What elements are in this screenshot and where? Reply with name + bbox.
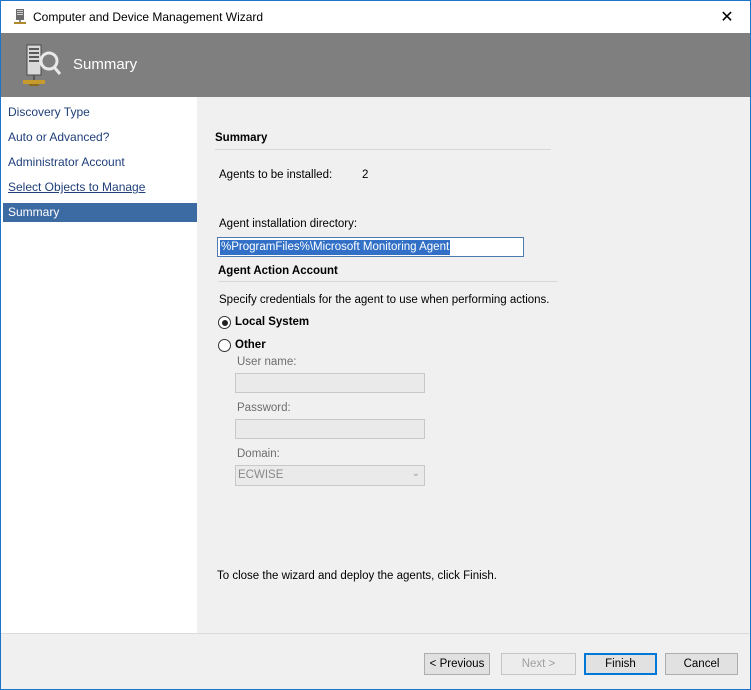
domain-select[interactable]: ECWISE ⌄ <box>235 465 425 486</box>
window-title: Computer and Device Management Wizard <box>33 10 264 24</box>
install-dir-value: %ProgramFiles%\Microsoft Monitoring Agen… <box>220 240 451 255</box>
nav-item-select-objects[interactable]: Select Objects to Manage <box>3 178 197 197</box>
username-input[interactable] <box>235 373 425 393</box>
title-bar: Computer and Device Management Wizard ✕ <box>1 1 750 33</box>
username-label: User name: <box>237 356 297 368</box>
wizard-header: Summary <box>1 33 750 97</box>
button-bar: < Previous Next > Finish Cancel <box>1 633 750 689</box>
finish-button[interactable]: Finish <box>584 653 657 675</box>
nav-item-summary[interactable]: Summary <box>3 203 197 222</box>
domain-label: Domain: <box>237 448 280 460</box>
wizard-window: Computer and Device Management Wizard ✕ … <box>0 0 751 690</box>
agents-count-value: 2 <box>362 169 369 181</box>
nav-item-discovery-type[interactable]: Discovery Type <box>3 103 197 122</box>
summary-section-title: Summary <box>215 132 268 144</box>
action-account-title: Agent Action Account <box>218 265 338 277</box>
main-panel: Summary Agents to be installed: 2 Agent … <box>197 97 750 633</box>
agents-count-label: Agents to be installed: <box>219 169 333 181</box>
local-system-label[interactable]: Local System <box>235 316 309 328</box>
wizard-steps-nav: Discovery Type Auto or Advanced? Adminis… <box>1 97 197 633</box>
close-button[interactable]: ✕ <box>704 1 750 32</box>
local-system-radio[interactable] <box>218 316 231 329</box>
nav-item-auto-or-advanced[interactable]: Auto or Advanced? <box>3 128 197 147</box>
install-dir-input[interactable]: %ProgramFiles%\Microsoft Monitoring Agen… <box>217 237 524 257</box>
nav-item-administrator-account[interactable]: Administrator Account <box>3 153 197 172</box>
install-dir-label: Agent installation directory: <box>219 218 358 230</box>
summary-separator <box>215 149 551 150</box>
header-title: Summary <box>73 56 138 73</box>
server-wizard-icon <box>23 44 61 86</box>
password-label: Password: <box>237 402 291 414</box>
next-button[interactable]: Next > <box>501 653 576 675</box>
finish-instruction: To close the wizard and deploy the agent… <box>217 570 497 582</box>
other-label[interactable]: Other <box>235 339 266 351</box>
cancel-button[interactable]: Cancel <box>665 653 738 675</box>
password-input[interactable] <box>235 419 425 439</box>
chevron-down-icon: ⌄ <box>411 468 420 479</box>
credentials-description: Specify credentials for the agent to use… <box>219 294 550 306</box>
close-icon: ✕ <box>720 8 734 26</box>
domain-value: ECWISE <box>238 469 284 481</box>
server-app-icon <box>14 9 26 24</box>
action-account-separator <box>218 281 558 282</box>
other-radio[interactable] <box>218 339 231 352</box>
previous-button[interactable]: < Previous <box>424 653 490 675</box>
